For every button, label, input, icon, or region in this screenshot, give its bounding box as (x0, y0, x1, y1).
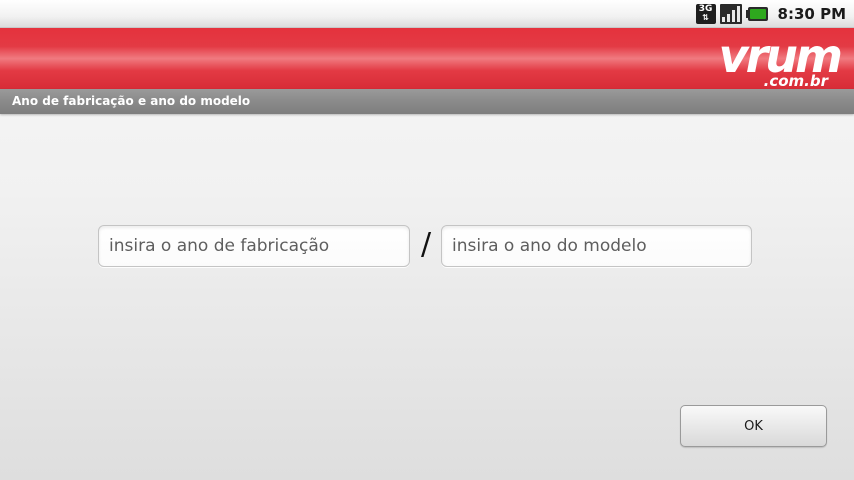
model-year-input[interactable] (441, 225, 752, 267)
year-separator: / (420, 227, 432, 262)
status-bar: 3G ⇅ 8:30 PM (0, 0, 854, 27)
clock: 8:30 PM (777, 4, 846, 23)
battery-icon (745, 6, 768, 21)
signal-strength-icon (719, 3, 742, 24)
title-bar: Ano de fabricação e ano do modelo (0, 89, 854, 114)
page-title: Ano de fabricação e ano do modelo (12, 94, 251, 108)
ok-button[interactable]: OK (680, 405, 827, 447)
vrum-logo: vrum .com.br (719, 30, 844, 88)
3g-data-icon: 3G ⇅ (695, 3, 716, 24)
status-icons: 3G ⇅ 8:30 PM (695, 0, 854, 27)
logo-domain: .com.br (764, 72, 830, 88)
manufacture-year-input[interactable] (98, 225, 410, 267)
